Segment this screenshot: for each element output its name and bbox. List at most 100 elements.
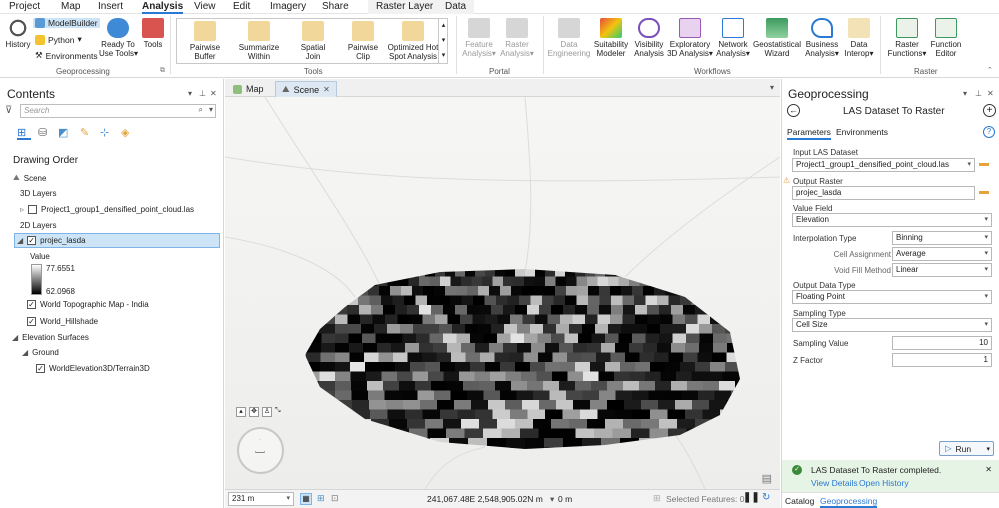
data-engineering-button[interactable]: Data Engineering xyxy=(547,18,591,58)
tree-hillshade-layer[interactable]: ✓ World_Hillshade xyxy=(27,317,98,326)
close-icon[interactable]: ✕ xyxy=(210,89,217,98)
scale-selector[interactable]: 231 m ▾ xyxy=(228,492,294,506)
expand-navigator-icon[interactable]: ⤡ xyxy=(275,407,281,417)
visibility-analysis-button[interactable]: Visibility Analysis xyxy=(632,18,666,58)
layer-checkbox[interactable]: ✓ xyxy=(36,364,45,373)
close-banner-icon[interactable]: ✕ xyxy=(985,465,992,474)
close-icon[interactable]: ✕ xyxy=(987,89,994,98)
interpolation-type-select[interactable]: Binning ▾ xyxy=(892,231,992,245)
data-interop-button[interactable]: Data Interop▾ xyxy=(842,18,876,58)
tree-topo-layer[interactable]: ✓ World Topographic Map - India xyxy=(27,300,149,309)
network-analysis-button[interactable]: Network Analysis▾ xyxy=(715,18,751,58)
spatial-join-button[interactable]: Spatial Join xyxy=(287,21,339,61)
menu-raster-layer[interactable]: Raster Layer xyxy=(368,0,442,14)
menu-data[interactable]: Data xyxy=(437,0,475,14)
collapse-icon[interactable]: ◢ xyxy=(17,236,23,245)
suitability-modeler-button[interactable]: Suitability Modeler xyxy=(591,18,631,58)
contents-search-input[interactable]: Search ⌕ ▾ xyxy=(20,104,216,118)
output-raster-field[interactable]: projec_lasda xyxy=(792,186,975,200)
open-history-link[interactable]: Open History xyxy=(859,478,909,488)
output-data-type-select[interactable]: Floating Point ▾ xyxy=(792,290,992,304)
history-button[interactable]: History xyxy=(4,18,32,49)
tree-point-cloud-layer[interactable]: ▹ Project1_group1_densified_point_cloud.… xyxy=(20,205,194,214)
notifications-icon[interactable]: ▤ xyxy=(762,472,772,485)
tree-2d-layers[interactable]: 2D Layers xyxy=(20,221,56,230)
menu-view[interactable]: View xyxy=(194,1,216,12)
tree-ground[interactable]: ◢ Ground xyxy=(22,348,59,357)
filter-icon[interactable]: ⊽ xyxy=(5,105,12,116)
menu-edit[interactable]: Edit xyxy=(233,1,250,12)
optimized-hot-spot-button[interactable]: Optimized Hot Spot Analysis xyxy=(387,21,439,61)
gallery-scroll[interactable]: ▴ ▾ ▾ xyxy=(438,18,448,64)
navigator-compass[interactable] xyxy=(237,427,284,474)
collapse-ribbon-icon[interactable]: ⌃ xyxy=(987,66,993,74)
layer-checkbox[interactable]: ✓ xyxy=(27,317,36,326)
function-editor-button[interactable]: Function Editor xyxy=(929,18,963,58)
tab-environments[interactable]: Environments xyxy=(836,127,888,137)
constraint-icon[interactable]: ⊡ xyxy=(331,493,339,504)
summarize-within-button[interactable]: Summarize Within xyxy=(233,21,285,61)
menu-insert[interactable]: Insert xyxy=(98,1,123,12)
pin-icon[interactable]: ⊥ xyxy=(199,89,206,98)
tools-button[interactable]: Tools xyxy=(140,18,166,49)
drawing-order-icon[interactable]: ⊞ xyxy=(17,126,31,140)
snapping-icon[interactable]: ⊹ xyxy=(100,126,109,139)
pin-icon[interactable]: ⊥ xyxy=(975,89,982,98)
folder-icon[interactable]: ▬ xyxy=(979,186,989,197)
grid-toggle-icon[interactable]: ▦ xyxy=(300,493,312,505)
exploratory-3d-button[interactable]: Exploratory 3D Analysis▾ xyxy=(667,18,713,58)
pane-options-icon[interactable]: ▾ xyxy=(188,89,192,98)
layer-checkbox[interactable]: ✓ xyxy=(27,236,37,245)
collapse-icon[interactable]: ◢ xyxy=(22,348,28,357)
tree-scene[interactable]: ⛰ Scene xyxy=(13,173,46,183)
expand-icon[interactable]: ▹ xyxy=(20,205,24,214)
tab-geoprocessing[interactable]: Geoprocessing xyxy=(820,496,878,508)
select-features-icon[interactable]: ⊞ xyxy=(653,493,661,504)
sampling-value-input[interactable]: 10 xyxy=(892,336,992,350)
snapping-toggle-icon[interactable]: ⊞ xyxy=(317,493,325,504)
selection-icon[interactable]: ◩ xyxy=(58,126,68,139)
value-field-select[interactable]: Elevation ▾ xyxy=(792,213,992,227)
z-factor-input[interactable]: 1 xyxy=(892,353,992,367)
pairwise-clip-button[interactable]: Pairwise Clip xyxy=(337,21,389,61)
menu-share[interactable]: Share xyxy=(322,1,349,12)
sampling-type-select[interactable]: Cell Size ▾ xyxy=(792,318,992,332)
pane-options-icon[interactable]: ▾ xyxy=(963,89,967,98)
tab-map[interactable]: Map xyxy=(227,81,270,97)
back-icon[interactable]: ← xyxy=(787,104,800,117)
business-analysis-button[interactable]: Business Analysis▾ xyxy=(803,18,841,58)
pairwise-buffer-button[interactable]: Pairwise Buffer xyxy=(179,21,231,61)
folder-icon[interactable]: ▬ xyxy=(979,158,989,169)
refresh-icon[interactable]: ↻ xyxy=(762,492,770,503)
input-las-field[interactable]: Project1_group1_densified_point_cloud.la… xyxy=(792,158,975,172)
raster-functions-button[interactable]: Raster Functions▾ xyxy=(886,18,928,58)
tab-catalog[interactable]: Catalog xyxy=(785,496,814,506)
tree-elevation-surfaces[interactable]: ◢ Elevation Surfaces xyxy=(12,333,89,342)
dialog-launcher-icon[interactable]: ⧉ xyxy=(160,67,165,75)
collapse-icon[interactable]: ◢ xyxy=(12,333,18,342)
full-extent-icon[interactable]: ✥ xyxy=(249,407,259,417)
environments-button[interactable]: ⚒ Environments xyxy=(35,50,98,61)
layer-checkbox[interactable]: ✓ xyxy=(27,300,36,309)
menu-imagery[interactable]: Imagery xyxy=(270,1,306,12)
add-icon[interactable]: + xyxy=(983,104,996,117)
modelbuilder-button[interactable]: ModelBuilder xyxy=(33,18,100,28)
close-tab-icon[interactable]: ✕ xyxy=(323,85,330,94)
tab-scene[interactable]: ⛰ Scene ✕ xyxy=(275,81,337,97)
pause-drawing-icon[interactable]: ❚❚ xyxy=(743,492,760,503)
tab-list-icon[interactable]: ▾ xyxy=(770,83,774,92)
data-source-icon[interactable]: ⛁ xyxy=(38,126,47,139)
run-button[interactable]: ▷ Run ▾ xyxy=(939,441,994,456)
ready-to-use-tools-button[interactable]: Ready To Use Tools▾ xyxy=(99,18,138,58)
help-icon[interactable]: ? xyxy=(983,126,995,138)
tree-terrain-layer[interactable]: ✓ WorldElevation3D/Terrain3D xyxy=(36,364,150,373)
view-details-link[interactable]: View Details xyxy=(811,478,858,488)
tree-3d-layers[interactable]: 3D Layers xyxy=(20,189,56,198)
labeling-icon[interactable]: ◈ xyxy=(121,126,129,139)
geostatistical-wizard-button[interactable]: Geostatistical Wizard xyxy=(753,18,801,58)
cell-assignment-select[interactable]: Average ▾ xyxy=(892,247,992,261)
scene-view[interactable]: ▴ ✥ ♙ ⤡ ▤ xyxy=(225,97,780,489)
python-button[interactable]: Python ▾ xyxy=(35,34,82,45)
feature-analysis-button[interactable]: Feature Analysis▾ xyxy=(462,18,496,58)
menu-analysis[interactable]: Analysis xyxy=(142,1,184,14)
